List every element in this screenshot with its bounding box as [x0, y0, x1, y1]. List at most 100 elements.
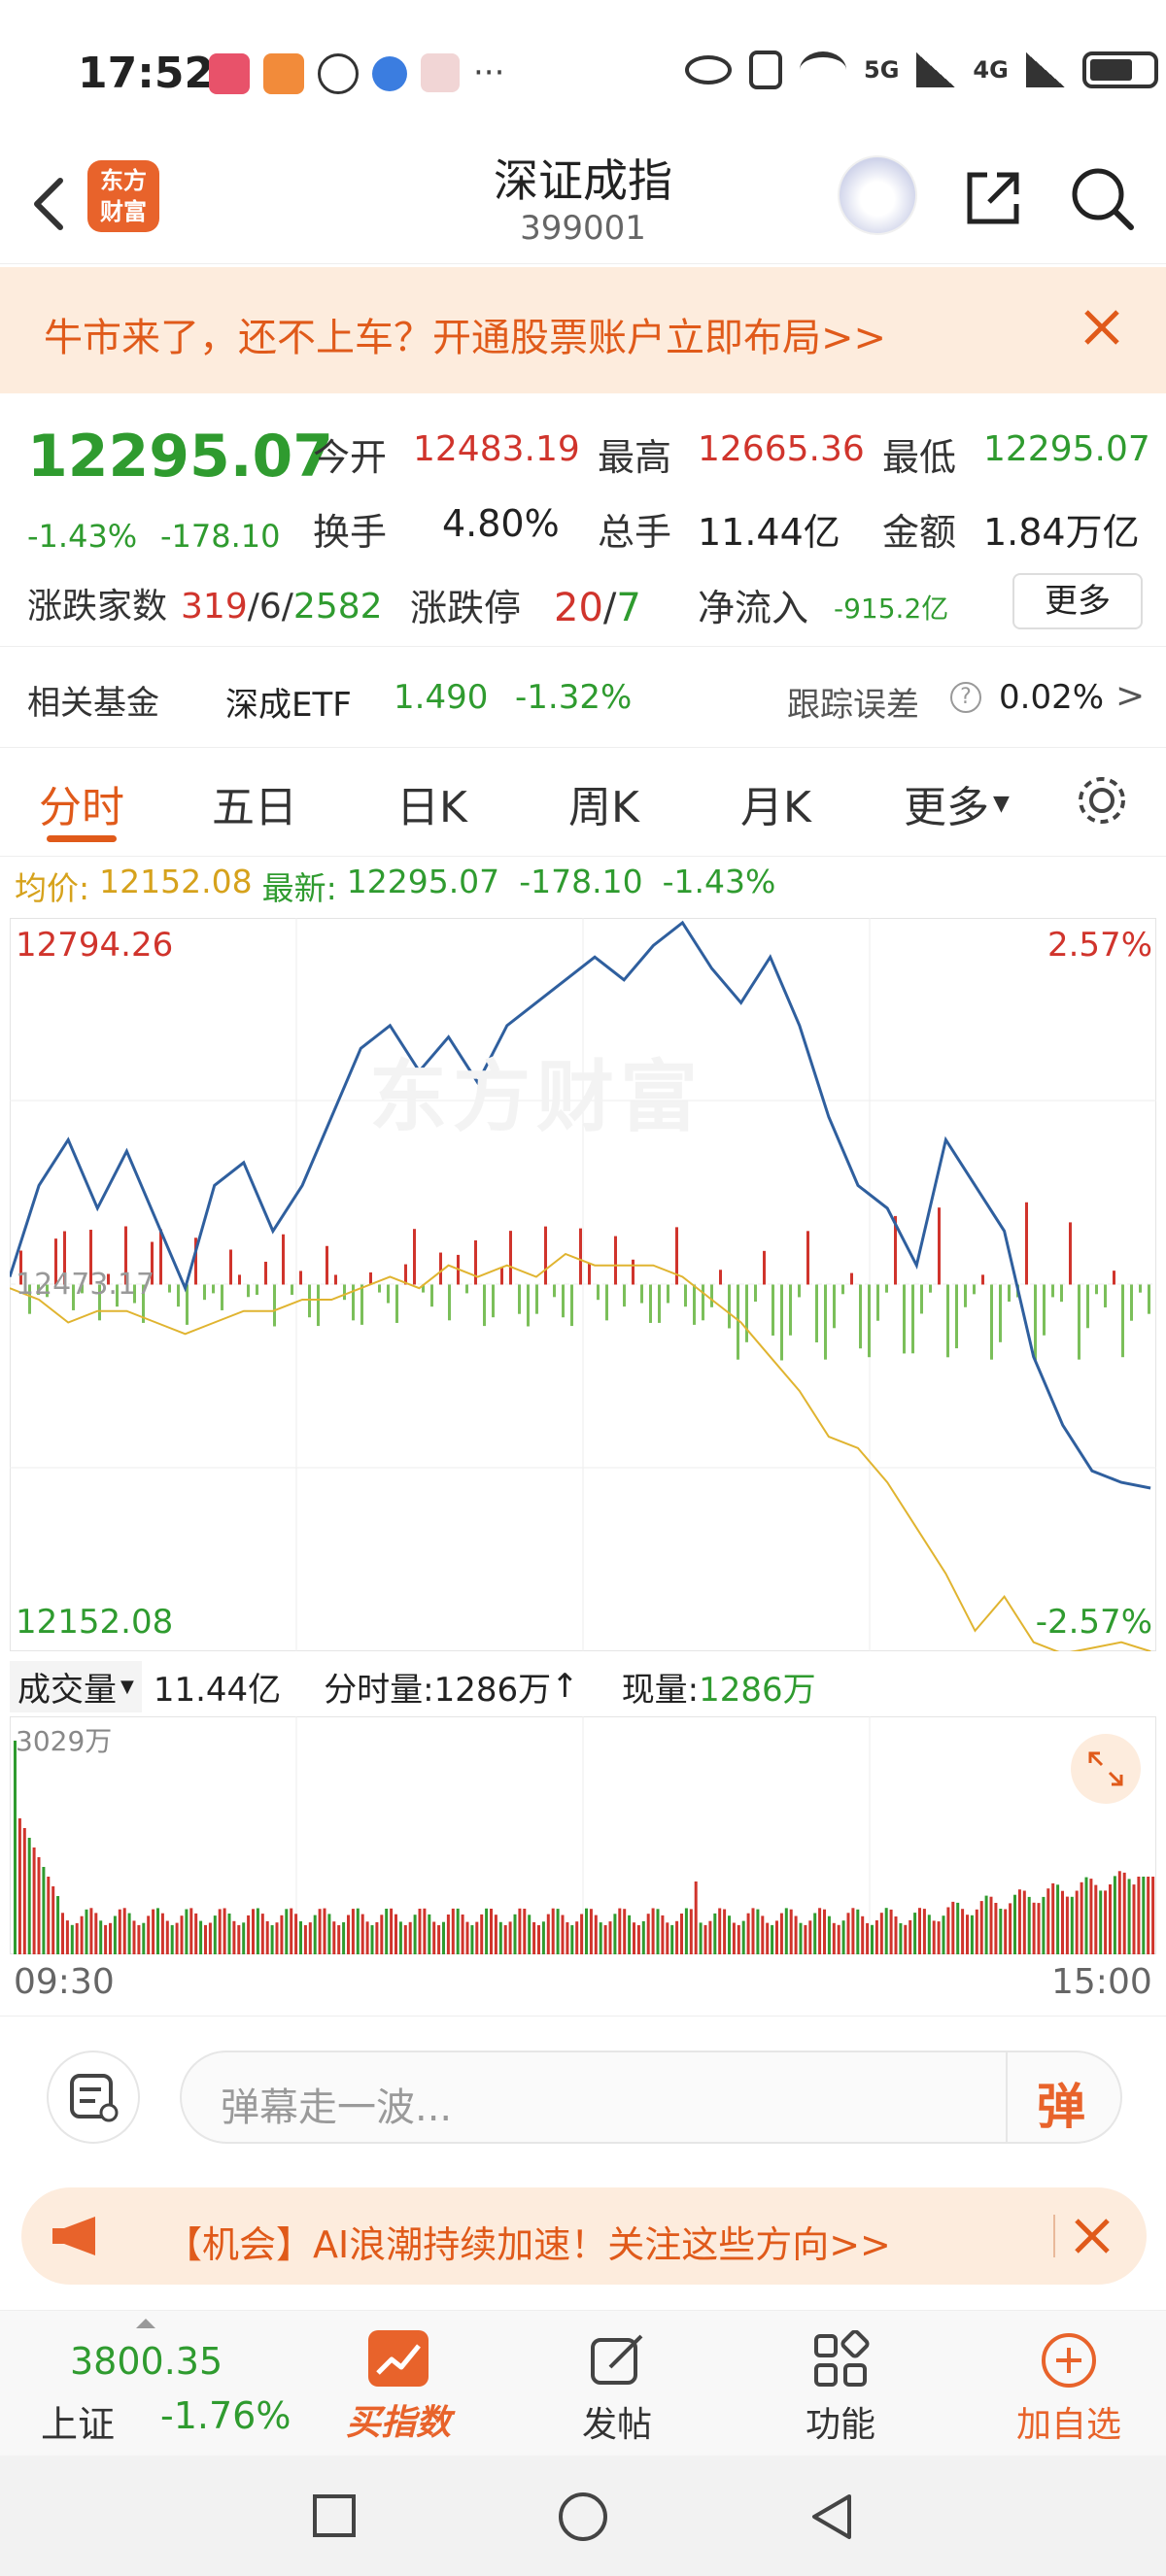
volume-bar	[408, 1921, 412, 1954]
volume-bar	[932, 1920, 936, 1954]
volume-bar	[147, 1915, 151, 1954]
tab-more[interactable]: 更多 ▼	[904, 772, 1010, 834]
expand-icon[interactable]	[1071, 1734, 1141, 1804]
index-value[interactable]: 3800.35	[70, 2340, 223, 2383]
volume-selector[interactable]: 成交量 ▼	[10, 1660, 142, 1712]
volume-bar	[961, 1909, 965, 1954]
promo-banner[interactable]: 牛市来了，还不上车？开通股票账户立即布局>>	[0, 267, 1166, 393]
volume-bar	[766, 1922, 770, 1954]
nav-functions[interactable]: 功能	[777, 2330, 904, 2447]
volume-bar	[837, 1924, 840, 1954]
flow-bar	[1121, 1284, 1124, 1358]
volume-bar	[204, 1924, 207, 1954]
volume-bar	[75, 1922, 79, 1954]
volume-bar	[751, 1908, 755, 1954]
flow-bar	[798, 1284, 801, 1298]
flow-bar	[535, 1284, 538, 1314]
volume-bar	[175, 1922, 179, 1954]
volume-bar	[508, 1921, 512, 1954]
notice-banner[interactable]: 【机会】AI浪潮持续加速！关注这些方向>>	[21, 2187, 1147, 2285]
flow-bar	[920, 1284, 923, 1314]
tab-intraday[interactable]: 分时	[39, 772, 124, 834]
flow-bar	[789, 1284, 792, 1336]
volume-bar	[17, 1818, 21, 1954]
tab-five-day[interactable]: 五日	[212, 772, 297, 834]
nav-buy-index[interactable]: 买指数	[335, 2330, 462, 2445]
tab-weekly-k[interactable]: 周K	[568, 772, 639, 834]
y-bottom-label: 12152.08	[16, 1603, 174, 1642]
nav-add-watchlist[interactable]: 加自选	[1006, 2330, 1132, 2447]
tab-underline	[47, 835, 117, 842]
robot-icon[interactable]	[838, 155, 917, 235]
volume-bar	[498, 1921, 502, 1954]
volume-bar	[1027, 1896, 1031, 1954]
flow-bar	[159, 1229, 162, 1285]
nav-post[interactable]: 发帖	[554, 2330, 680, 2447]
promo-text[interactable]: 牛市来了，还不上车？开通股票账户立即布局>>	[44, 306, 886, 362]
latest-value: 12295.07	[346, 863, 500, 900]
help-icon[interactable]: ?	[950, 682, 981, 713]
comment-list-icon[interactable]	[47, 2051, 140, 2144]
volume-bar	[418, 1909, 422, 1954]
flow-bar	[1086, 1284, 1089, 1329]
promo-close-icon[interactable]	[1080, 306, 1123, 349]
volume-bar	[47, 1877, 51, 1954]
volume-bar	[94, 1913, 98, 1954]
volume-bar	[256, 1908, 259, 1954]
flow-bar	[990, 1284, 993, 1360]
volume-bar	[784, 1908, 788, 1954]
hand-icon	[318, 53, 359, 94]
volume-bar	[728, 1915, 731, 1954]
volume-bar	[1046, 1888, 1050, 1954]
notice-close-icon[interactable]	[1073, 2217, 1112, 2255]
volume-bar	[442, 1921, 445, 1954]
ball-icon	[372, 56, 407, 91]
search-icon[interactable]	[1069, 165, 1137, 233]
volume-bar	[208, 1922, 212, 1954]
flow-bar	[492, 1284, 495, 1318]
volume-chart[interactable]: 3029万	[10, 1716, 1156, 1954]
flow-bar	[1148, 1284, 1150, 1314]
volume-bar	[451, 1908, 455, 1954]
volume-bar	[1142, 1877, 1146, 1954]
home-icon[interactable]	[559, 2492, 607, 2541]
minute-volume-label: 分时量:	[324, 1670, 434, 1710]
flow-bar	[1060, 1284, 1063, 1303]
volume-bar	[580, 1914, 584, 1954]
volume-bar	[398, 1921, 402, 1954]
fund-name[interactable]: 深成ETF	[225, 678, 352, 726]
flow-bar	[395, 1284, 398, 1323]
settings-gear-icon[interactable]	[1071, 769, 1133, 831]
volume-bar	[999, 1909, 1003, 1954]
flow-bar	[1139, 1284, 1142, 1293]
flow-bar	[588, 1263, 591, 1285]
high-label: 最高	[598, 436, 672, 479]
fund-arrow[interactable]: >	[1115, 676, 1145, 716]
fund-row[interactable]: 相关基金 深成ETF 1.490 -1.32% 跟踪误差 ? 0.02% >	[0, 646, 1166, 748]
flow-bar	[772, 1284, 774, 1336]
tab-monthly-k[interactable]: 月K	[740, 772, 811, 834]
volume-bar	[1122, 1872, 1126, 1954]
danmaku-send-button[interactable]: 弹	[1037, 2068, 1085, 2138]
add-circle-icon	[1042, 2333, 1096, 2388]
price-chart[interactable]: 东方财富 12794.26 2.57% 12473.17 12152.08 -2…	[10, 918, 1156, 1651]
volume-bar	[703, 1924, 707, 1954]
volume-bar	[713, 1913, 717, 1954]
volume-bar	[360, 1914, 364, 1954]
volume-total: 11.44亿	[153, 1670, 282, 1710]
more-button[interactable]: 更多	[1012, 573, 1143, 629]
notice-text[interactable]: 【机会】AI浪潮持续加速！关注这些方向>>	[165, 2215, 891, 2268]
volume-bar	[942, 1915, 945, 1954]
flow-bar	[256, 1284, 258, 1296]
tab-daily-k[interactable]: 日K	[396, 772, 467, 834]
comment-input[interactable]: 弹幕走一波... 弹	[180, 2051, 1122, 2144]
low-label: 最低	[882, 436, 957, 479]
grid-icon	[814, 2330, 870, 2387]
recent-apps-icon[interactable]	[313, 2494, 356, 2537]
share-icon[interactable]	[962, 167, 1024, 229]
volume-bar	[1075, 1890, 1079, 1954]
flow-bar	[299, 1271, 302, 1285]
back-nav-icon[interactable]	[808, 2491, 855, 2543]
volume-bar	[879, 1913, 883, 1954]
volume-bar	[951, 1901, 955, 1954]
